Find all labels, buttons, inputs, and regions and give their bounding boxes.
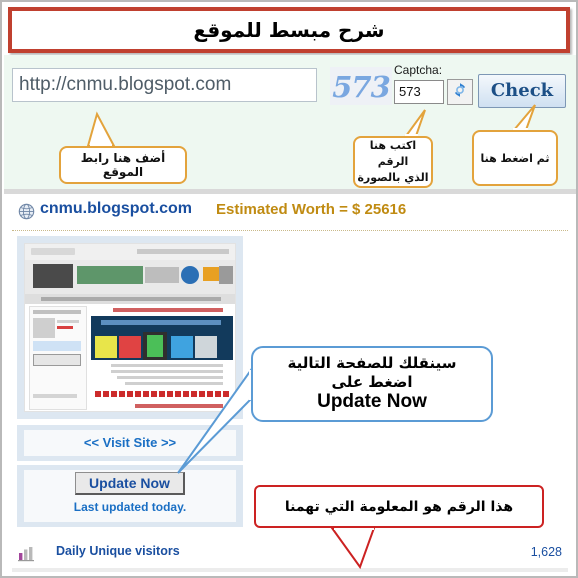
callout-update-line2: اضغط على: [331, 372, 413, 391]
last-updated-label: Last updated today.: [73, 500, 187, 514]
callout-captcha-line1: اكتب هنا الرقم: [369, 139, 417, 169]
title-banner: شرح مبسط للموقع: [8, 7, 570, 53]
callout-captcha-hint: اكتب هنا الرقم الذي بالصورة: [353, 136, 433, 188]
callout-captcha-line2: الذي بالصورة: [357, 170, 429, 184]
visit-site-link[interactable]: << Visit Site >>: [24, 430, 236, 456]
panel-divider: [4, 189, 576, 194]
site-thumbnail-image: [24, 243, 236, 412]
bar-chart-icon: [17, 546, 35, 562]
page-title: شرح مبسط للموقع: [193, 18, 385, 42]
dotted-separator: [12, 230, 568, 231]
refresh-captcha-button[interactable]: [447, 79, 473, 105]
stats-underline: [12, 568, 568, 572]
update-inner: Update Now Last updated today.: [24, 470, 236, 522]
update-now-button[interactable]: Update Now: [75, 472, 185, 495]
site-domain-link[interactable]: cnmu.blogspot.com: [40, 200, 192, 218]
callout-update-line3: Update Now: [317, 391, 427, 413]
captcha-image: 573: [330, 67, 392, 105]
callout-number-hint: هذا الرقم هو المعلومة التي تهمنا: [254, 485, 544, 528]
visit-site-card: << Visit Site >>: [17, 425, 243, 461]
url-input[interactable]: http://cnmu.blogspot.com: [12, 68, 317, 102]
callout-update-hint: سينقلك للصفحة التالية اضغط على Update No…: [251, 346, 493, 422]
site-thumbnail-card: [17, 236, 243, 419]
refresh-icon: [451, 81, 469, 104]
daily-visitors-label: Daily Unique visitors: [56, 544, 180, 558]
daily-visitors-row: Daily Unique visitors 1,628: [4, 541, 576, 572]
captcha-input[interactable]: 573: [394, 80, 444, 104]
callout-url-hint: أضف هنا رابط الموقع: [59, 146, 187, 184]
captcha-label: Captcha:: [394, 63, 443, 77]
check-button[interactable]: Check: [478, 74, 566, 108]
globe-icon: [18, 203, 35, 220]
site-summary-row: cnmu.blogspot.com Estimated Worth = $ 25…: [4, 198, 576, 228]
callout-check-hint: ثم اضغط هنا: [472, 130, 558, 186]
daily-visitors-value: 1,628: [530, 545, 562, 559]
tutorial-screenshot: شرح مبسط للموقع http://cnmu.blogspot.com…: [0, 0, 578, 578]
callout-update-line1: سينقلك للصفحة التالية: [287, 353, 457, 372]
update-card: Update Now Last updated today.: [17, 465, 243, 527]
estimated-worth-value: Estimated Worth = $ 25616: [216, 201, 407, 218]
